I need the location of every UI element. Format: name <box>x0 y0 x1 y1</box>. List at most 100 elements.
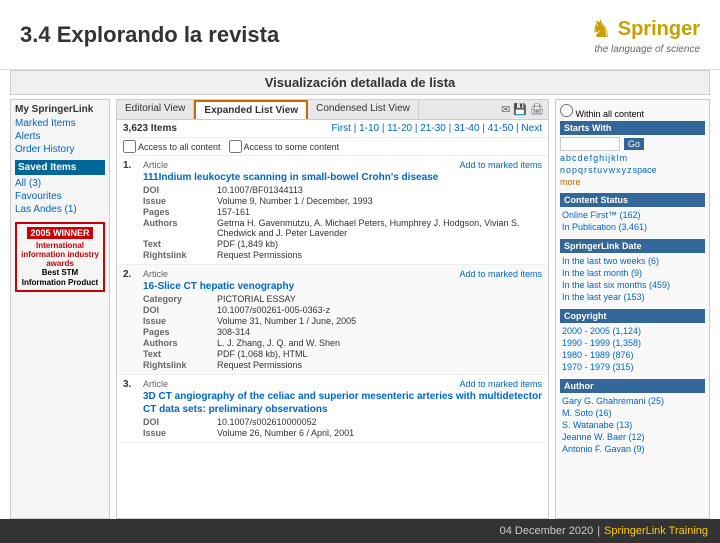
date-item-2[interactable]: In the last six months (459) <box>560 279 705 291</box>
text-value-1[interactable]: PDF (1,849 kb) <box>217 239 542 249</box>
doi-value-1[interactable]: 10.1007/BF01344113 <box>217 185 542 195</box>
add-marked-2[interactable]: Add to marked items <box>459 269 542 279</box>
starts-with-input[interactable] <box>560 137 620 151</box>
page-title: 3.4 Explorando la revista <box>20 22 279 48</box>
tab-editorial[interactable]: Editorial View <box>117 100 194 119</box>
icon-print[interactable]: 🖨 <box>530 103 544 116</box>
author-item-2[interactable]: S. Watanabe (13) <box>560 419 705 431</box>
alpha-a[interactable]: a <box>560 153 565 163</box>
content-status-item-0[interactable]: Online First™ (162) <box>560 209 705 221</box>
starts-with-more[interactable]: more <box>560 177 705 187</box>
alpha-n[interactable]: n <box>560 165 565 175</box>
category-value-2: PICTORIAL ESSAY <box>217 294 542 304</box>
alpha-j[interactable]: j <box>608 153 610 163</box>
footer-training[interactable]: SpringerLink Training <box>604 525 708 537</box>
alpha-q[interactable]: q <box>578 165 583 175</box>
text-value-2[interactable]: PDF (1,068 kb), HTML <box>217 349 542 359</box>
article-content-3: Article Add to marked items 3D CT angiog… <box>143 379 542 438</box>
article-num-1: 1. <box>123 160 137 260</box>
date-item-1[interactable]: In the last month (9) <box>560 267 705 279</box>
alpha-p[interactable]: p <box>572 165 577 175</box>
alpha-l[interactable]: l <box>617 153 619 163</box>
content-status-item-1[interactable]: In Publication (3,461) <box>560 221 705 233</box>
text-label-2: Text <box>143 349 213 359</box>
within-radio[interactable] <box>560 104 573 117</box>
alpha-m[interactable]: m <box>620 153 628 163</box>
access-some-label[interactable]: Access to some content <box>229 140 340 153</box>
tab-expanded[interactable]: Expanded List View <box>194 100 308 119</box>
right-section-content-status: Content Status Online First™ (162) In Pu… <box>560 193 705 233</box>
author-item-3[interactable]: Jeanne W. Baer (12) <box>560 431 705 443</box>
alpha-r[interactable]: r <box>584 165 587 175</box>
sidebar-item-las-andes[interactable]: Las Andes (1) <box>15 203 105 216</box>
pagination[interactable]: First | 1-10 | 11-20 | 21-30 | 31-40 | 4… <box>331 123 542 134</box>
doi-value-2[interactable]: 10.1007/s00261-005-0363-z <box>217 305 542 315</box>
alpha-row: a b c d e f g h i j k l m <box>560 153 705 163</box>
article-title-2[interactable]: 16-Slice CT hepatic venography <box>143 280 542 293</box>
alpha-row-2: n o p q r s t u v w x y z space <box>560 165 705 175</box>
icon-save[interactable]: 💾 <box>513 103 527 116</box>
sidebar-item-marked[interactable]: Marked Items <box>15 117 105 130</box>
access-all-checkbox[interactable] <box>123 140 136 153</box>
copyright-item-0[interactable]: 2000 - 2005 (1,124) <box>560 325 705 337</box>
alpha-t[interactable]: t <box>594 165 597 175</box>
icon-email[interactable]: ✉ <box>501 103 510 116</box>
alpha-e[interactable]: e <box>584 153 589 163</box>
saved-items-section: Saved Items <box>15 160 105 175</box>
left-sidebar: My SpringerLink Marked Items Alerts Orde… <box>10 99 110 519</box>
rightslink-value-2[interactable]: Request Permissions <box>217 360 542 370</box>
alpha-u[interactable]: u <box>597 165 602 175</box>
footer-date: 04 December 2020 <box>500 525 594 537</box>
authors-label-2: Authors <box>143 338 213 348</box>
starts-with-go[interactable]: Go <box>624 138 644 150</box>
author-title: Author <box>560 379 705 393</box>
alpha-b[interactable]: b <box>566 153 571 163</box>
copyright-item-2[interactable]: 1980 - 1989 (876) <box>560 349 705 361</box>
access-all-label[interactable]: Access to all content <box>123 140 221 153</box>
author-item-0[interactable]: Gary G. Ghahremani (25) <box>560 395 705 407</box>
alpha-o[interactable]: o <box>566 165 571 175</box>
access-some-checkbox[interactable] <box>229 140 242 153</box>
doi-value-3[interactable]: 10.1007/s002610000052 <box>217 417 542 427</box>
article-title-3[interactable]: 3D CT angiography of the celiac and supe… <box>143 390 542 416</box>
author-item-1[interactable]: M. Soto (16) <box>560 407 705 419</box>
copyright-item-3[interactable]: 1970 - 1979 (315) <box>560 361 705 373</box>
alpha-i[interactable]: i <box>605 153 607 163</box>
access-some-text: Access to some content <box>244 142 340 152</box>
alpha-s[interactable]: s <box>588 165 593 175</box>
alpha-f[interactable]: f <box>590 153 593 163</box>
alpha-w[interactable]: w <box>609 165 616 175</box>
copyright-item-1[interactable]: 1990 - 1999 (1,358) <box>560 337 705 349</box>
authors-value-1: Getrna H. Gavenmutzu, A. Michael Peters,… <box>217 218 542 238</box>
alpha-k[interactable]: k <box>611 153 616 163</box>
alpha-y[interactable]: y <box>622 165 627 175</box>
alpha-x[interactable]: x <box>616 165 621 175</box>
tab-condensed[interactable]: Condensed List View <box>308 100 419 119</box>
add-marked-1[interactable]: Add to marked items <box>459 160 542 170</box>
sidebar-item-alerts[interactable]: Alerts <box>15 130 105 143</box>
date-item-3[interactable]: In the last year (153) <box>560 291 705 303</box>
date-item-0[interactable]: In the last two weeks (6) <box>560 255 705 267</box>
access-all-text: Access to all content <box>138 142 221 152</box>
alpha-c[interactable]: c <box>572 153 577 163</box>
sidebar-item-order-history[interactable]: Order History <box>15 143 105 156</box>
alpha-g[interactable]: g <box>593 153 598 163</box>
article-meta-2: Category PICTORIAL ESSAY DOI 10.1007/s00… <box>143 294 542 370</box>
sidebar-item-all[interactable]: All (3) <box>15 177 105 190</box>
author-item-4[interactable]: Antonio F. Gavan (9) <box>560 443 705 455</box>
sidebar-item-favourites[interactable]: Favourites <box>15 190 105 203</box>
article-title-1[interactable]: 111Indium leukocyte scanning in small-bo… <box>143 171 542 184</box>
alpha-z[interactable]: z <box>627 165 632 175</box>
alpha-v[interactable]: v <box>603 165 608 175</box>
right-sidebar: Within all content Starts With Go a b c … <box>555 99 710 519</box>
rightslink-value-1[interactable]: Request Permissions <box>217 250 542 260</box>
alpha-h[interactable]: h <box>599 153 604 163</box>
sidebar-title: My SpringerLink <box>15 104 105 115</box>
award-year: 2005 WINNER <box>27 227 92 239</box>
add-marked-3[interactable]: Add to marked items <box>459 379 542 389</box>
pages-value-2: 308-314 <box>217 327 542 337</box>
content-status-title: Content Status <box>560 193 705 207</box>
alpha-space[interactable]: space <box>633 165 657 175</box>
alpha-d[interactable]: d <box>578 153 583 163</box>
issue-label-1: Issue <box>143 196 213 206</box>
